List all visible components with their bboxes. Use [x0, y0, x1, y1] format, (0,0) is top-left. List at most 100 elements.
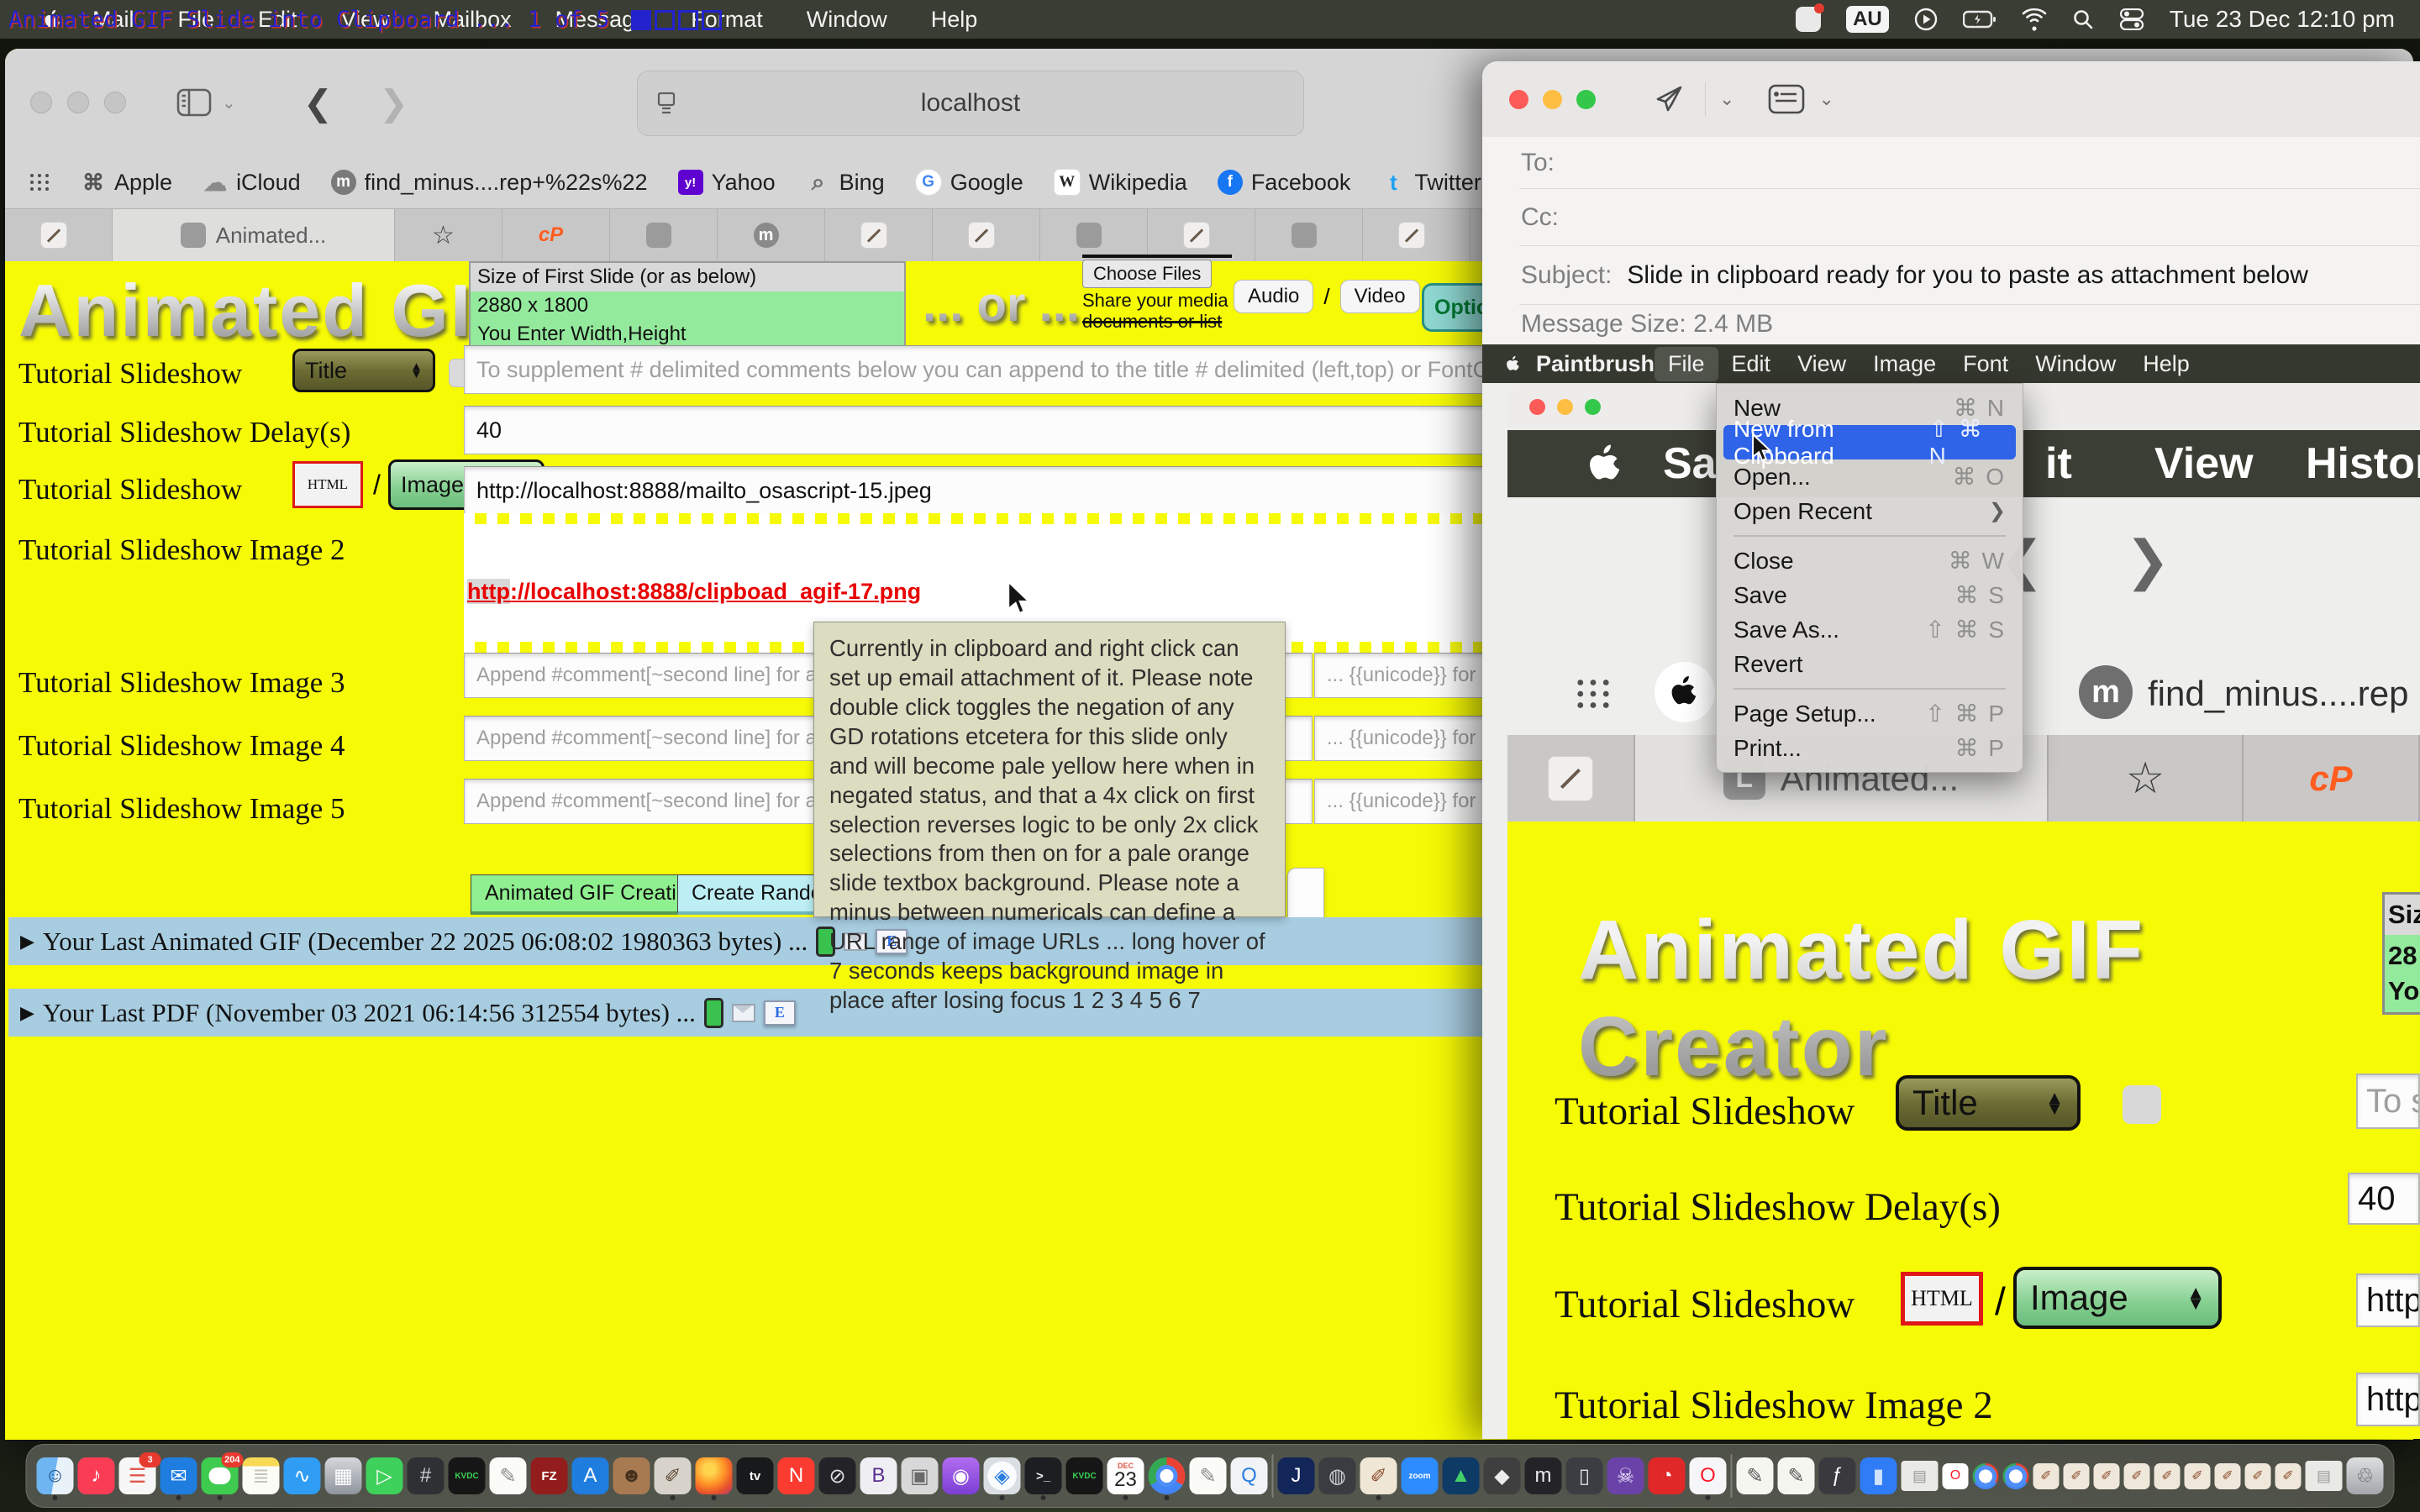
dock-icon[interactable]: N: [778, 1457, 815, 1494]
paintbrush-menu-item[interactable]: Help: [2129, 347, 2203, 381]
send-icon[interactable]: [1653, 82, 1686, 116]
apple-icon[interactable]: [1506, 354, 1521, 374]
dock-icon[interactable]: ✎: [1190, 1457, 1227, 1494]
bookmark-item[interactable]: G Google: [915, 169, 1023, 196]
bookmark-item[interactable]: ⌘ Apple: [81, 170, 172, 196]
slide2-url-link[interactable]: http://localhost:8888/clipboad_agif-17.p…: [467, 579, 921, 605]
dock-icon[interactable]: ✉: [160, 1457, 197, 1494]
browser-tab[interactable]: [825, 209, 933, 261]
dock-icon[interactable]: ▮: [1860, 1457, 1897, 1494]
dock-icon[interactable]: ☻: [613, 1457, 650, 1494]
paintbrush-menu-item[interactable]: Image: [1860, 347, 1949, 381]
browser-tab[interactable]: [610, 209, 718, 261]
battery-icon[interactable]: [1963, 10, 1996, 29]
file-menu-item[interactable]: New from Clipboard ⇧ ⌘ N: [1723, 425, 2016, 459]
size-of-first-slide-box[interactable]: Size of First Slide (or as below) 2880 x…: [469, 261, 906, 350]
title-select[interactable]: Title▲▼: [292, 349, 435, 392]
chevron-down-icon[interactable]: ⌄: [1719, 88, 1734, 110]
subject-field[interactable]: Subject: Slide in clipboard ready for yo…: [1482, 246, 2420, 304]
paintbrush-menu-item[interactable]: File: [1655, 347, 1718, 381]
file-menu-item[interactable]: Close ⌘ W: [1723, 543, 2016, 578]
disclosure-triangle-icon[interactable]: ▶: [20, 931, 34, 953]
dock-icon[interactable]: 204: [202, 1457, 239, 1494]
dock-icon[interactable]: ƒ: [1819, 1457, 1856, 1494]
dock-icon[interactable]: [1973, 1463, 1999, 1489]
dock-icon[interactable]: ▣: [902, 1457, 939, 1494]
file-menu-item[interactable]: Open Recent ❯: [1723, 494, 2016, 528]
size-box-value[interactable]: 2880 x 1800: [471, 291, 904, 320]
dock-icon[interactable]: ✎: [490, 1457, 527, 1494]
paintbrush-menu-item[interactable]: Font: [1949, 347, 2022, 381]
to-field[interactable]: To:: [1482, 137, 2420, 188]
minimize-button[interactable]: [1543, 90, 1562, 109]
dock-icon[interactable]: #: [408, 1457, 445, 1494]
dock-icon[interactable]: ✎: [1737, 1457, 1774, 1494]
envelope-icon[interactable]: [732, 1004, 755, 1022]
dock-icon[interactable]: ▲: [1443, 1457, 1480, 1494]
browser-tab[interactable]: [933, 209, 1040, 261]
bookmark-item[interactable]: W Wikipedia: [1054, 169, 1187, 196]
dock-icon[interactable]: ✎: [1778, 1457, 1815, 1494]
dock-icon[interactable]: A: [572, 1457, 609, 1494]
browser-tab[interactable]: [1040, 209, 1148, 261]
minimize-button[interactable]: [67, 92, 89, 113]
control-center-icon[interactable]: [2119, 8, 2144, 30]
paintbrush-menu-item[interactable]: Edit: [1718, 347, 1785, 381]
dock-icon[interactable]: ◈: [984, 1457, 1021, 1494]
browser-tab[interactable]: [1363, 209, 1470, 261]
dock-icon[interactable]: DEC 23: [1107, 1457, 1144, 1494]
dock-icon[interactable]: ▷: [366, 1457, 403, 1494]
html-button[interactable]: HTML: [292, 461, 363, 508]
dock-icon[interactable]: [696, 1457, 733, 1494]
menubar-clock[interactable]: Tue 23 Dec 12:10 pm: [2170, 6, 2395, 33]
phone-icon[interactable]: [704, 998, 723, 1028]
dock-icon[interactable]: O: [1943, 1463, 1969, 1489]
zoom-button[interactable]: [1576, 90, 1596, 109]
dock-icon[interactable]: m: [1525, 1457, 1562, 1494]
dock-icon[interactable]: J: [1278, 1457, 1315, 1494]
dock-icon[interactable]: ✐: [2215, 1463, 2241, 1489]
bookmark-item[interactable]: f Facebook: [1218, 170, 1351, 196]
dock-icon[interactable]: KVDC: [1066, 1457, 1103, 1494]
browser-tab[interactable]: Animated...: [113, 209, 395, 261]
bookmark-item[interactable]: ☁ iCloud: [203, 170, 301, 196]
dock-icon[interactable]: ✐: [2124, 1463, 2150, 1489]
video-button[interactable]: Video: [1340, 280, 1420, 313]
paintbrush-app-name[interactable]: Paintbrush: [1536, 351, 1655, 377]
menubar-item[interactable]: Help: [909, 7, 1000, 32]
play-icon[interactable]: [1914, 8, 1938, 31]
browser-tab[interactable]: ☆: [395, 209, 502, 261]
header-fields-icon[interactable]: [1768, 84, 1805, 114]
pasted-screenshot-attachment[interactable]: Paintbrush FileEditViewImageFontWindowHe…: [1482, 344, 2420, 1439]
file-menu-item[interactable]: [1733, 535, 2006, 537]
bookmark-item[interactable]: m find_minus....rep+%22s%22: [331, 170, 648, 196]
cc-field[interactable]: Cc:: [1482, 189, 2420, 245]
bookmark-item[interactable]: t Twitter: [1381, 170, 1481, 196]
dock-icon[interactable]: [1149, 1457, 1186, 1494]
dock-icon[interactable]: O: [1690, 1457, 1727, 1494]
dock-icon[interactable]: ✐: [2064, 1463, 2090, 1489]
file-menu-item[interactable]: Open... ⌘ O: [1723, 459, 2016, 494]
dock-icon[interactable]: ✐: [2275, 1463, 2302, 1489]
dock-icon[interactable]: ▤: [1902, 1461, 1939, 1491]
dock-icon[interactable]: ☰ 3: [119, 1457, 156, 1494]
sidebar-icon[interactable]: [176, 88, 212, 117]
dock-icon[interactable]: KVDC: [449, 1457, 486, 1494]
browser-tab[interactable]: [1148, 209, 1255, 261]
file-menu-item[interactable]: Save ⌘ S: [1723, 578, 2016, 612]
paintbrush-menu-item[interactable]: Window: [2022, 347, 2129, 381]
browser-tab[interactable]: [1255, 209, 1363, 261]
dock-icon[interactable]: ≣: [243, 1457, 280, 1494]
browser-tab[interactable]: [5, 209, 113, 261]
chevron-down-icon[interactable]: ⌄: [1818, 88, 1833, 110]
menubar-item[interactable]: Window: [785, 7, 909, 32]
dock-icon[interactable]: ✐: [2094, 1463, 2120, 1489]
file-menu-item[interactable]: Print... ⌘ P: [1723, 731, 2016, 765]
forward-button[interactable]: ❯: [379, 82, 408, 123]
dock-icon[interactable]: tv: [737, 1457, 774, 1494]
dock-icon[interactable]: ♲: [2347, 1457, 2384, 1494]
dock-icon[interactable]: ☠: [1607, 1457, 1644, 1494]
dock-icon[interactable]: FZ: [531, 1457, 568, 1494]
bookmarks-grid-icon[interactable]: [29, 171, 50, 193]
dock-icon[interactable]: ◍: [1319, 1457, 1356, 1494]
